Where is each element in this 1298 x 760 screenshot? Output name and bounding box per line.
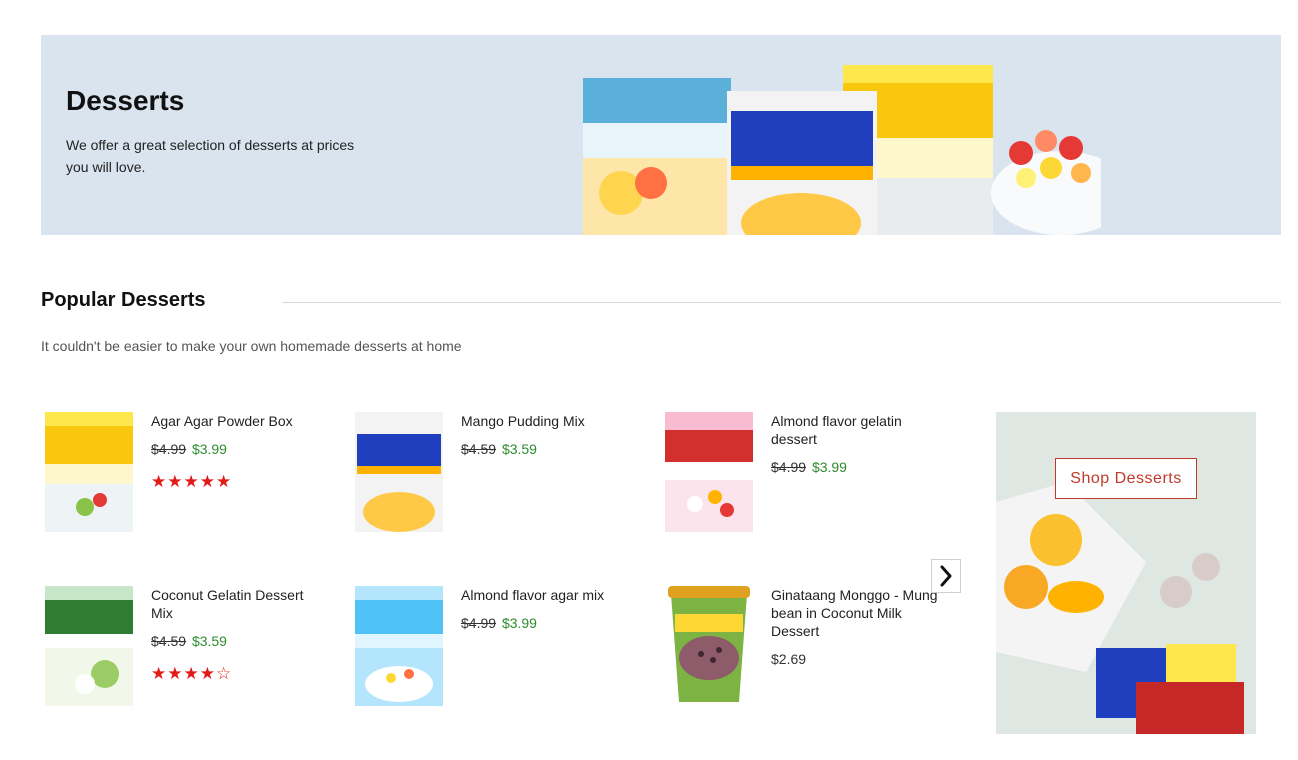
product-card[interactable]: Agar Agar Powder Box $4.99 $3.99 ★★★★★ bbox=[41, 412, 331, 542]
promo-tile[interactable]: Shop Desserts bbox=[996, 412, 1256, 734]
sale-price: $3.99 bbox=[501, 615, 537, 631]
product-name[interactable]: Almond flavor agar mix bbox=[461, 586, 636, 604]
product-image[interactable] bbox=[665, 412, 753, 532]
product-card[interactable]: Almond flavor gelatin dessert $4.99 $3.9… bbox=[661, 412, 951, 542]
original-price: $4.59 bbox=[461, 441, 497, 457]
price: $2.69 bbox=[771, 651, 807, 667]
product-name[interactable]: Mango Pudding Mix bbox=[461, 412, 636, 430]
product-name[interactable]: Ginataang Monggo - Mung bean in Coconut … bbox=[771, 586, 946, 640]
product-card[interactable]: Mango Pudding Mix $4.59 $3.59 bbox=[351, 412, 641, 542]
section-title: Popular Desserts bbox=[41, 289, 206, 311]
product-name[interactable]: Almond flavor gelatin dessert bbox=[771, 412, 946, 448]
section-divider bbox=[282, 302, 1281, 303]
rating-stars: ★★★★★ bbox=[151, 472, 233, 492]
original-price: $4.99 bbox=[771, 459, 807, 475]
original-price: $4.99 bbox=[151, 441, 187, 457]
sale-price: $3.99 bbox=[811, 459, 847, 475]
sale-price: $3.99 bbox=[191, 441, 227, 457]
section-subtitle: It couldn't be easier to make your own h… bbox=[41, 338, 462, 354]
carousel-next-button[interactable] bbox=[931, 559, 961, 593]
product-image[interactable] bbox=[355, 412, 443, 532]
banner-title: Desserts bbox=[66, 85, 185, 116]
product-card[interactable]: Ginataang Monggo - Mung bean in Coconut … bbox=[661, 586, 951, 716]
banner-product-image bbox=[583, 65, 1101, 235]
original-price: $4.99 bbox=[461, 615, 497, 631]
product-name[interactable]: Coconut Gelatin Dessert Mix bbox=[151, 586, 326, 622]
product-image[interactable] bbox=[355, 586, 443, 706]
product-card[interactable]: Coconut Gelatin Dessert Mix $4.59 $3.59 … bbox=[41, 586, 331, 716]
product-card[interactable]: Almond flavor agar mix $4.99 $3.99 bbox=[351, 586, 641, 716]
product-image[interactable] bbox=[45, 412, 133, 532]
product-name[interactable]: Agar Agar Powder Box bbox=[151, 412, 326, 430]
banner-text: We offer a great selection of desserts a… bbox=[66, 137, 355, 175]
product-image[interactable] bbox=[665, 586, 753, 706]
product-image[interactable] bbox=[45, 586, 133, 706]
shop-desserts-button[interactable]: Shop Desserts bbox=[1055, 458, 1197, 499]
rating-stars: ★★★★☆ bbox=[151, 664, 233, 684]
chevron-right-icon bbox=[940, 565, 952, 587]
sale-price: $3.59 bbox=[191, 633, 227, 649]
sale-price: $3.59 bbox=[501, 441, 537, 457]
hero-banner: Desserts We offer a great selection of d… bbox=[41, 35, 1281, 235]
original-price: $4.59 bbox=[151, 633, 187, 649]
